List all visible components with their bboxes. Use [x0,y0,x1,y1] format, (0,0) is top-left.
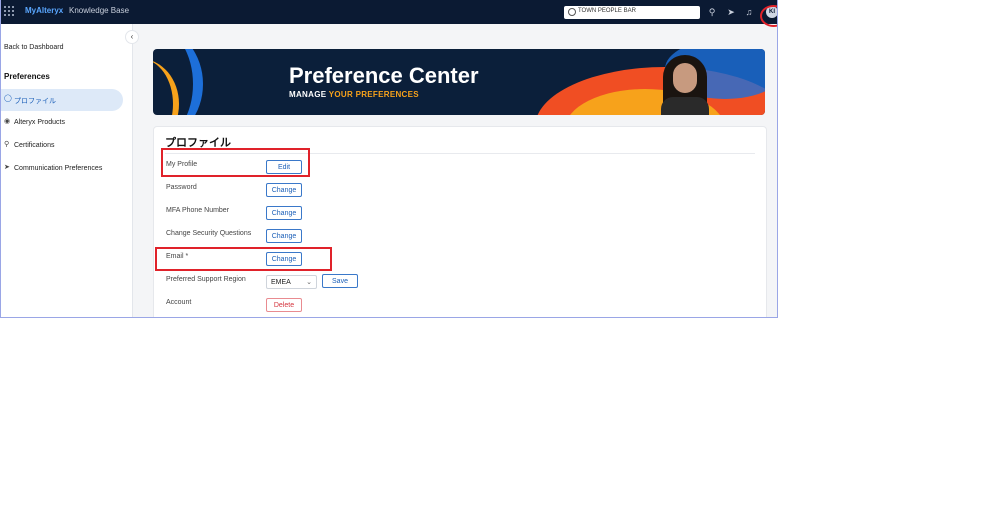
support-region-label: Preferred Support Region [166,276,246,283]
mfa-phone-label: MFA Phone Number [166,207,230,214]
user-icon: ◯ [4,95,12,102]
search-text: TOWN PEOPLE BAR [578,8,636,14]
sidebar-item-communication-preferences[interactable]: ➤ Communication Preferences [1,158,123,180]
sidebar-section-title: Preferences [4,72,50,81]
sidebar-item-label: Certifications [14,142,55,149]
app-launcher-icon[interactable] [4,6,15,17]
rocket-icon[interactable]: ➤ [725,6,737,18]
send-icon: ➤ [4,164,10,171]
preferences-sidebar: ‹ Back to Dashboard Preferences ◯ プロファイル… [1,24,139,317]
pin-icon: ◉ [4,118,11,125]
banner-person-photo [655,53,715,115]
sidebar-item-label: Alteryx Products [14,119,65,126]
account-label: Account [166,299,192,306]
banner-subtitle-prefix: MANAGE [289,90,329,99]
banner-title: Preference Center [289,63,479,88]
badge-icon: ⚲ [4,141,10,148]
collapse-sidebar-button[interactable]: ‹ [125,30,139,44]
change-password-button[interactable]: Change [266,183,302,197]
security-questions-label: Change Security Questions [166,230,252,237]
sidebar-item-certifications[interactable]: ⚲ Certifications [1,135,123,157]
search-icon[interactable]: ⚲ [706,6,718,18]
change-mfa-phone-button[interactable]: Change [266,206,302,220]
sidebar-item-label: Communication Preferences [14,165,103,172]
chevron-down-icon: ⌄ [306,279,312,286]
preference-center-banner: Preference Center MANAGE YOUR PREFERENCE… [153,49,765,115]
support-region-value: EMEA [271,279,291,286]
annotation-box-email [155,247,332,271]
delete-account-button[interactable]: Delete [266,298,302,312]
banner-subtitle: MANAGE YOUR PREFERENCES [289,90,419,99]
banner-subtitle-highlight: YOUR PREFERENCES [328,90,419,99]
globe-icon [568,8,576,16]
annotation-box-my-profile [161,148,310,177]
browser-viewport: MyAlteryx Knowledge Base TOWN PEOPLE BAR… [0,0,778,318]
top-navigation-bar: MyAlteryx Knowledge Base TOWN PEOPLE BAR… [1,0,777,24]
password-label: Password [166,184,197,191]
knowledge-base-link[interactable]: Knowledge Base [69,6,129,15]
bell-icon[interactable]: ♫ [743,6,755,18]
sidebar-item-profile[interactable]: ◯ プロファイル [1,89,123,111]
sidebar-item-alteryx-products[interactable]: ◉ Alteryx Products [1,112,123,134]
brand-link[interactable]: MyAlteryx [25,6,63,15]
back-to-dashboard-link[interactable]: Back to Dashboard [4,44,64,51]
global-search-box[interactable]: TOWN PEOPLE BAR [564,6,700,19]
save-region-button[interactable]: Save [322,274,358,288]
change-security-questions-button[interactable]: Change [266,229,302,243]
sidebar-item-label: プロファイル [14,98,56,105]
support-region-select[interactable]: EMEA ⌄ [266,275,317,289]
